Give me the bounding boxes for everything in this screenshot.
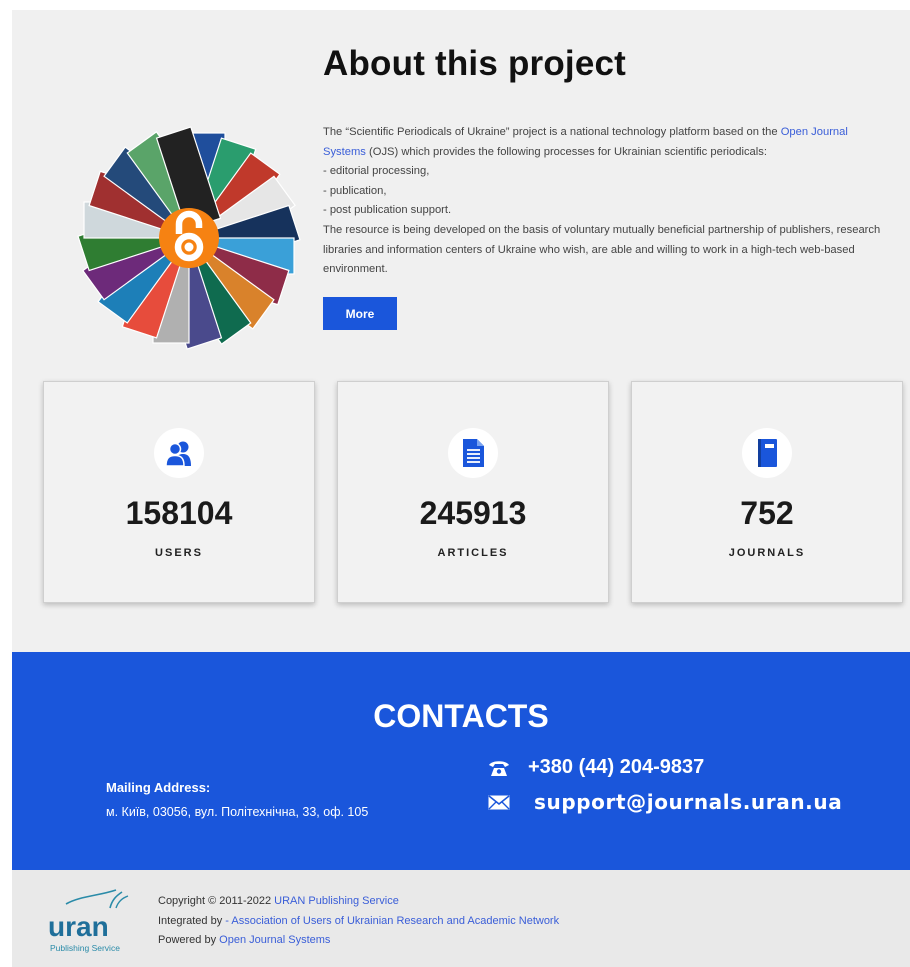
page: About this project The “Scientific Perio… (0, 0, 910, 967)
about-description: The “Scientific Periodicals of Ukraine” … (323, 123, 893, 280)
users-icon (154, 428, 204, 478)
document-icon (448, 428, 498, 478)
journal-icon (742, 428, 792, 478)
stat-card-articles: 245913 ARTICLES (337, 381, 609, 603)
email-address[interactable]: support@journals.uran.ua (534, 790, 842, 814)
association-link[interactable]: - Association of Users of Ukrainian Rese… (225, 915, 559, 927)
journals-label: JOURNALS (728, 547, 806, 559)
process-item: - publication, (323, 184, 387, 197)
process-item: - post publication support. (323, 204, 452, 217)
copyright-line: Copyright © 2011-2022 URAN Publishing Se… (158, 895, 399, 907)
process-item: - editorial processing, (323, 165, 430, 178)
phone-icon (489, 760, 509, 776)
articles-label: ARTICLES (437, 547, 509, 559)
phone-number[interactable]: +380 (44) 204-9837 (528, 756, 704, 779)
about-partnership-text: The resource is being developed on the b… (323, 223, 881, 276)
about-intro-text: The “Scientific Periodicals of Ukraine” … (323, 126, 781, 138)
more-button[interactable]: More (323, 297, 397, 330)
stat-card-journals: 752 JOURNALS (631, 381, 903, 603)
contacts-section: CONTACTS Mailing Address: м. Київ, 03056… (12, 652, 910, 870)
logo-wordmark: uran (48, 911, 109, 942)
footer-credits: Copyright © 2011-2022 URAN Publishing Se… (158, 892, 559, 951)
articles-count: 245913 (419, 495, 527, 531)
powered-line: Powered by Open Journal Systems (158, 934, 331, 946)
phone-row: +380 (44) 204-9837 (488, 756, 704, 779)
users-count: 158104 (125, 495, 233, 531)
users-label: USERS (155, 547, 203, 559)
mailing-address-label: Mailing Address: (106, 780, 211, 795)
logo-subtitle: Publishing Service (50, 943, 120, 953)
mailing-address: м. Київ, 03056, вул. Політехнічна, 33, о… (106, 805, 369, 819)
journals-count: 752 (740, 495, 794, 531)
envelope-icon (488, 794, 510, 809)
footer: uran Publishing Service Copyright © 2011… (12, 870, 910, 967)
stat-card-users: 158104 USERS (43, 381, 315, 603)
journal-covers-logo (77, 126, 301, 350)
about-title: About this project (323, 44, 627, 83)
ojs-footer-link[interactable]: Open Journal Systems (219, 934, 330, 946)
integrated-line: Integrated by - Association of Users of … (158, 914, 560, 927)
uran-publishing-link[interactable]: URAN Publishing Service (274, 895, 399, 907)
uran-logo: uran Publishing Service (48, 889, 129, 953)
about-intro-tail: (OJS) which provides the following proce… (365, 145, 767, 158)
email-row: support@journals.uran.ua (488, 790, 842, 814)
contacts-title: CONTACTS (373, 698, 549, 734)
